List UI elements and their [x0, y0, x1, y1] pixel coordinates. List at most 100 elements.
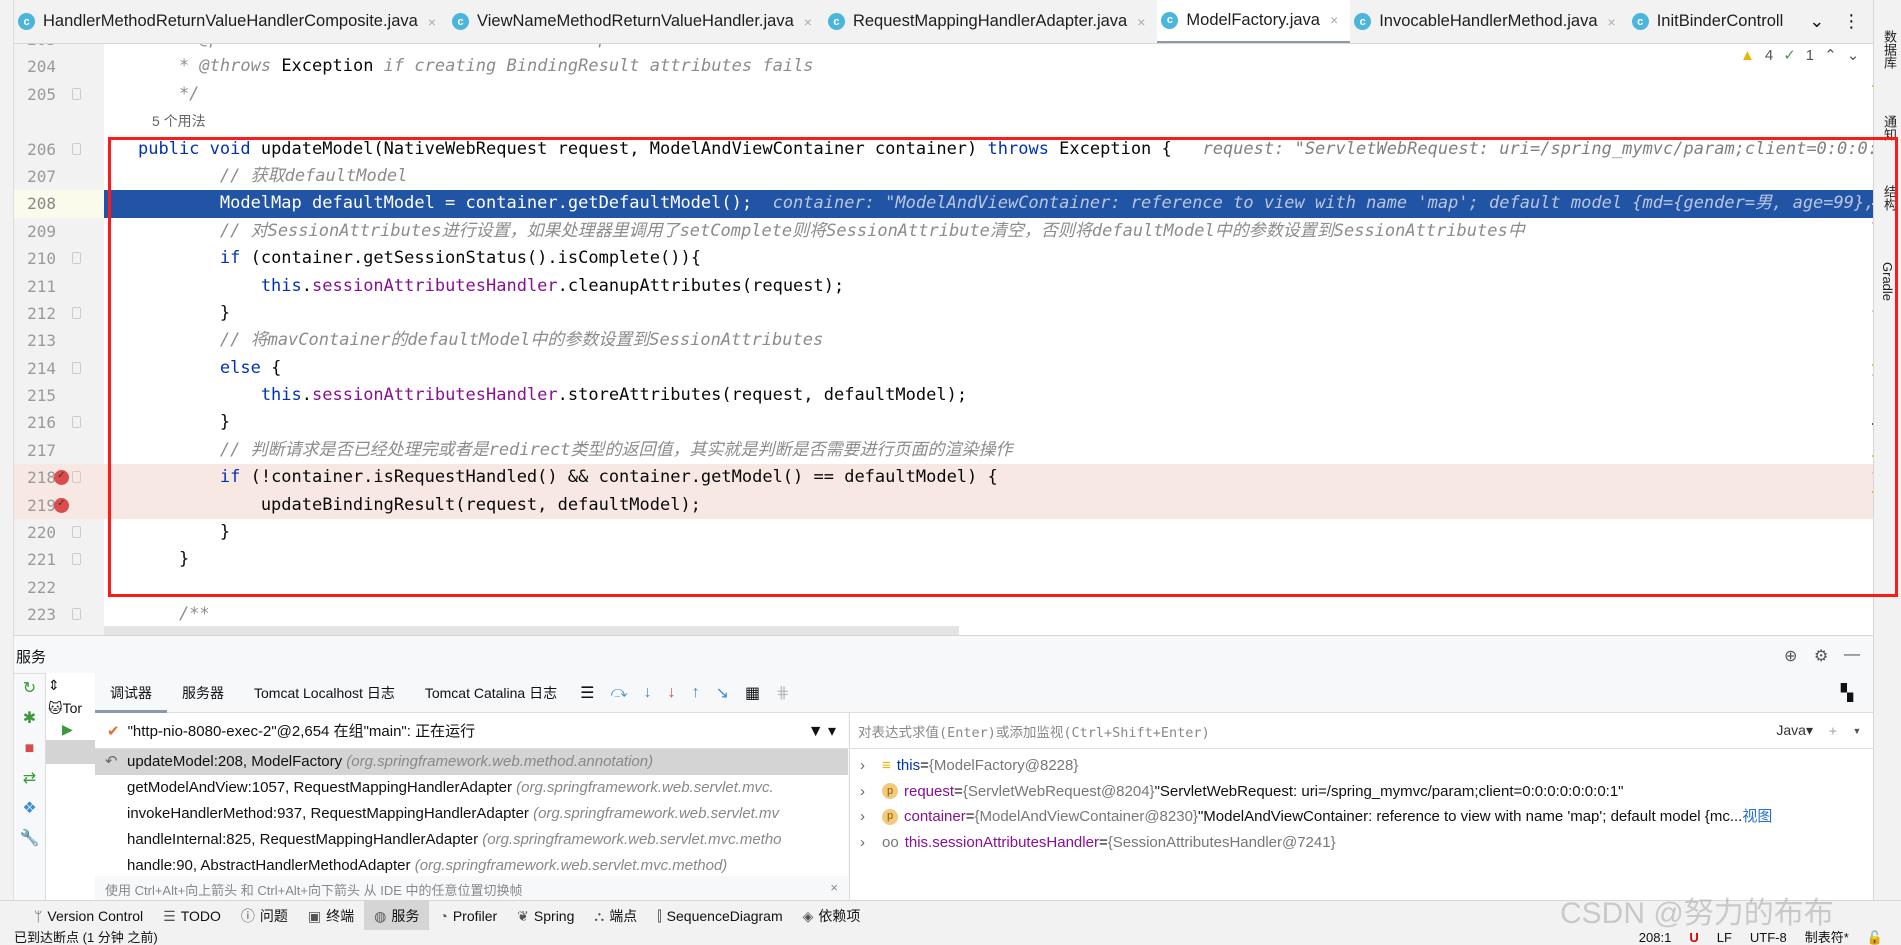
more-icon[interactable]: ⋮ [1842, 11, 1860, 32]
fold-icon[interactable] [72, 252, 81, 265]
fold-icon[interactable] [72, 608, 81, 621]
debug-icon[interactable]: ✱ [14, 704, 45, 734]
expand-arrow-icon[interactable]: › [860, 830, 882, 856]
fold-icon[interactable] [72, 471, 81, 484]
stack-frame[interactable]: invokeHandlerMethod:937, RequestMappingH… [95, 801, 848, 827]
toolwindow-7[interactable]: ⛬ 端点 [584, 901, 647, 931]
crosshair-icon[interactable]: ⊕ [1784, 646, 1797, 666]
plugin-icon[interactable]: U [1689, 930, 1698, 945]
editor-horizontal-scrollbar[interactable] [104, 626, 959, 635]
close-tab-icon[interactable]: × [1330, 12, 1338, 28]
step-out-icon[interactable]: ↑ [692, 684, 700, 702]
variable-row[interactable]: › p request = {ServletWebRequest@8204} "Se… [850, 779, 1873, 805]
expand-arrow-icon[interactable]: › [860, 804, 882, 830]
services-icon[interactable]: ❖ [14, 794, 45, 824]
sidebar-notifications[interactable]: 通知 [1880, 115, 1899, 141]
toolwindow-1[interactable]: ☰ TODO [153, 901, 231, 931]
tree-item-selected[interactable] [46, 740, 95, 764]
tab-tomcat-localhost-log[interactable]: Tomcat Localhost 日志 [239, 673, 410, 713]
menu-icon[interactable]: ☰ [580, 683, 594, 703]
file-encoding[interactable]: UTF-8 [1750, 930, 1787, 945]
minimize-icon[interactable]: — [1844, 646, 1860, 664]
chevron-down-icon[interactable]: ⌄ [1847, 46, 1860, 64]
expand-arrow-icon[interactable]: › [860, 779, 882, 805]
step-over-icon[interactable]: ⤼ [610, 684, 627, 702]
fold-icon[interactable] [72, 87, 81, 100]
close-tab-icon[interactable]: × [1137, 14, 1145, 30]
variable-row[interactable]: › ≡ this = {ModelFactory@8228} [850, 753, 1873, 779]
stack-frame[interactable]: handle:90, AbstractHandlerMethodAdapter … [95, 853, 848, 876]
tab-4[interactable]: c InvocableHandlerMethod.java × [1350, 0, 1628, 43]
fold-icon[interactable] [72, 306, 81, 319]
fold-icon[interactable] [72, 142, 81, 155]
evaluate-expression-input[interactable]: 对表达式求值(Enter)或添加监视(Ctrl+Shift+Enter) Jav… [850, 713, 1873, 749]
toolwindow-2[interactable]: ⓘ 问题 [231, 901, 298, 931]
stack-frame[interactable]: handleInternal:825, RequestMappingHandle… [95, 827, 848, 853]
indent-setting[interactable]: 制表符* [1805, 930, 1849, 945]
tab-2[interactable]: c RequestMappingHandlerAdapter.java × [824, 0, 1157, 43]
close-tab-icon[interactable]: × [1608, 14, 1616, 30]
lock-icon[interactable]: 🔓 [1867, 930, 1883, 945]
expand-icon[interactable]: ⇕ [46, 673, 95, 698]
sidebar-structure[interactable]: 结构 [1880, 185, 1899, 211]
tab-tomcat-catalina-log[interactable]: Tomcat Catalina 日志 [410, 673, 572, 713]
rerun-icon[interactable]: ↻ [14, 674, 45, 704]
line-separator[interactable]: LF [1717, 930, 1732, 945]
layout-icon[interactable]: ▚ [1841, 683, 1853, 703]
thread-selector[interactable]: ✔ "http-nio-8080-exec-2"@2,654 在组"main":… [95, 713, 848, 749]
line-number: 212 [27, 303, 56, 323]
fold-icon[interactable] [72, 526, 81, 539]
tab-server[interactable]: 服务器 [167, 673, 239, 713]
dropdown-icon[interactable]: ▾ [1853, 723, 1861, 739]
force-step-into-icon[interactable]: ↓ [668, 684, 676, 702]
variable-row[interactable]: › oo this.sessionAttributesHandler = {Sess… [850, 830, 1873, 856]
sidebar-database[interactable]: 数据库 [1880, 30, 1899, 69]
close-hint-icon[interactable]: × [830, 880, 838, 895]
breakpoint-icon[interactable] [54, 489, 69, 516]
language-select[interactable]: Java▾ [1776, 722, 1813, 739]
tab-5[interactable]: c InitBinderControll [1628, 0, 1796, 43]
variable-row[interactable]: › p container = {ModelAndViewContainer@823… [850, 804, 1873, 830]
usages-link[interactable]: 5 个用法 [152, 113, 206, 129]
toolwindow-9[interactable]: ◈ 依赖项 [793, 901, 871, 931]
tree-item-tomcat[interactable]: 🐱Tor [46, 698, 95, 719]
toolwindow-4[interactable]: ◍ 服务 [364, 900, 430, 931]
toolwindow-0[interactable]: ᛘ Version Control [24, 901, 153, 931]
toolwindow-5[interactable]: ◔ Profiler [429, 901, 507, 931]
wrench-icon[interactable]: 🔧 [14, 824, 45, 854]
toolwindow-8[interactable]: ⫿ SequenceDiagram [647, 901, 792, 931]
tab-1[interactable]: c ViewNameMethodReturnValueHandler.java × [448, 0, 824, 43]
stack-frame[interactable]: getModelAndView:1057, RequestMappingHand… [95, 775, 848, 801]
tabs-overflow-chevron-icon[interactable]: ⌄ [1809, 11, 1824, 32]
close-tab-icon[interactable]: × [804, 14, 812, 30]
code-editor[interactable]: 203 * @paramcontainer contains the model… [14, 44, 1873, 635]
stop-icon[interactable]: ■ [14, 734, 45, 764]
expand-arrow-icon[interactable]: › [860, 753, 882, 779]
tab-0[interactable]: c HandlerMethodReturnValueHandlerComposit… [14, 0, 448, 43]
trace-icon[interactable]: ⋕ [776, 683, 789, 703]
fold-icon[interactable] [72, 361, 81, 374]
close-tab-icon[interactable]: × [428, 14, 436, 30]
deploy-icon[interactable]: ⇄ [14, 764, 45, 794]
step-into-icon[interactable]: ↓ [644, 684, 652, 702]
chevron-up-icon[interactable]: ⌃ [1824, 46, 1837, 64]
toolwindow-3[interactable]: ▣ 终端 [298, 901, 364, 931]
tab-3[interactable]: c ModelFactory.java × [1157, 0, 1351, 43]
gear-icon[interactable]: ⚙ [1814, 646, 1828, 666]
caret-position[interactable]: 208:1 [1639, 930, 1672, 945]
stack-frames-list[interactable]: ↶ updateModel:208, ModelFactory (org.spri… [95, 749, 848, 876]
run-to-cursor-icon[interactable]: ↘ [716, 683, 729, 703]
view-link[interactable]: 视图 [1742, 804, 1772, 830]
fold-icon[interactable] [72, 553, 81, 566]
sidebar-gradle[interactable]: Gradle [1880, 262, 1895, 301]
tab-debugger[interactable]: 调试器 [95, 673, 167, 713]
fold-icon[interactable] [72, 416, 81, 429]
breakpoint-icon[interactable] [54, 461, 69, 489]
add-watch-icon[interactable]: + [1829, 723, 1837, 739]
stack-frame[interactable]: ↶ updateModel:208, ModelFactory (org.spri… [95, 749, 848, 775]
filter-icon[interactable]: ▼ ▾ [808, 721, 836, 741]
inspection-widget[interactable]: ▲ 4 ✓ 1 ⌃ ⌄ [1740, 46, 1860, 65]
evaluate-icon[interactable]: ▦ [745, 683, 760, 703]
services-tree[interactable]: ⇕ 🐱Tor ▶ [45, 673, 95, 900]
toolwindow-6[interactable]: ❦ Spring [507, 901, 584, 931]
